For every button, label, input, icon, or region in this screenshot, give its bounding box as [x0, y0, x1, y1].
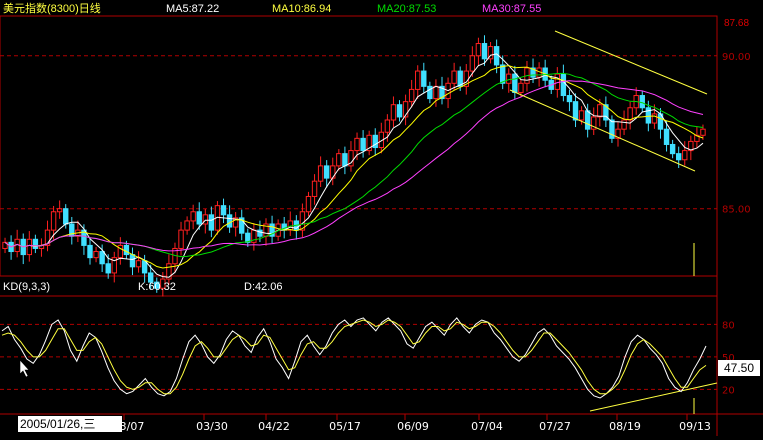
candle-body — [360, 137, 366, 152]
candle-body — [566, 95, 573, 103]
candle-body — [512, 73, 518, 93]
candle-body — [305, 195, 312, 213]
price-tick-label: 90.00 — [722, 52, 751, 63]
candle-body — [129, 254, 136, 268]
candle-body — [336, 153, 342, 167]
candle-body — [572, 101, 579, 121]
candle-body — [584, 110, 591, 130]
price-tick-label: 85.00 — [722, 205, 751, 216]
candle-body — [190, 211, 196, 222]
moving-averages — [4, 53, 704, 278]
x-tick-label: 07/04 — [471, 420, 503, 433]
ma10-line — [4, 65, 704, 269]
candle-body — [669, 143, 676, 155]
candle-body — [330, 165, 336, 179]
x-tick-labels: 3/07 03/30 04/22 05/17 06/09 07/04 07/27 08/19 0… — [120, 414, 711, 433]
chart-title: 美元指数(8300)日线 — [3, 3, 101, 15]
cursor-value-box: 47.50 — [718, 360, 760, 376]
candle-body — [50, 211, 57, 231]
candle-body — [415, 70, 421, 90]
candle-body — [597, 104, 603, 118]
x-tick-label: 04/22 — [258, 420, 290, 433]
candle-body — [475, 43, 482, 57]
ma30-label: MA30:87.55 — [482, 3, 542, 15]
candle-body — [63, 208, 69, 225]
candle-body — [639, 95, 645, 109]
candle-body — [408, 88, 415, 103]
ma5-label: MA5:87.22 — [166, 3, 220, 15]
cursor-date-box: 2005/01/26,三 — [18, 416, 122, 432]
candle-body — [99, 251, 105, 265]
candle-body — [178, 229, 184, 249]
kd-tick-label: 20 — [722, 385, 735, 396]
candle-body — [481, 43, 488, 60]
candle-body — [651, 113, 658, 124]
candle-body — [220, 205, 227, 216]
candle-body — [342, 153, 348, 167]
kd-d-value: D:42.06 — [244, 281, 283, 293]
candle-body — [700, 128, 706, 136]
candle-body — [578, 110, 585, 121]
ma20-label: MA20:87.53 — [377, 3, 437, 15]
last-price-label: 87.68 — [724, 18, 750, 29]
candle-body — [208, 214, 215, 231]
ma5-line — [4, 53, 704, 278]
candle-body — [433, 85, 439, 100]
candle-body — [560, 73, 567, 97]
candle-body — [226, 214, 233, 228]
candle-body — [518, 82, 524, 93]
candlesticks — [2, 35, 706, 297]
candle-body — [384, 119, 391, 133]
x-tick-label: 08/19 — [609, 420, 641, 433]
x-tick-label: 3/07 — [120, 420, 145, 433]
candle-body — [323, 165, 330, 179]
candle-body — [421, 70, 427, 87]
candle-body — [135, 260, 142, 268]
candle-body — [682, 150, 688, 161]
candle-body — [621, 119, 627, 130]
candle-body — [184, 220, 190, 231]
x-tick-label: 05/17 — [329, 420, 361, 433]
candle-body — [56, 208, 63, 213]
x-tick-label: 07/27 — [539, 420, 571, 433]
gridlines — [0, 55, 717, 390]
candle-body — [317, 165, 324, 182]
candle-body — [469, 55, 476, 72]
k-line — [1, 317, 707, 399]
candle-body — [87, 244, 93, 259]
candle-body — [123, 244, 130, 256]
candle-body — [354, 137, 360, 152]
candle-body — [663, 128, 670, 145]
candle-body — [506, 73, 512, 84]
mouse-pointer-icon — [19, 359, 30, 378]
kd-k-value: K:60.32 — [138, 281, 176, 293]
y-tick-labels: 90.0085.00805020 — [722, 52, 751, 397]
candle-body — [396, 104, 403, 118]
candle-body — [499, 64, 506, 84]
kd-support-line — [589, 382, 718, 412]
candle-body — [627, 107, 633, 121]
chart-canvas[interactable]: 90.0085.00805020 3/07 03/30 04/22 05/17 06/0… — [0, 0, 763, 436]
candle-body — [675, 153, 682, 161]
candle-body — [451, 70, 457, 84]
candle-body — [93, 251, 99, 259]
x-tick-label: 06/09 — [397, 420, 429, 433]
candle-body — [105, 263, 111, 274]
ma10-label: MA10:86.94 — [272, 3, 332, 15]
trend-channel-upper — [554, 30, 708, 95]
x-tick-label: 03/30 — [196, 420, 228, 433]
candle-body — [196, 211, 202, 225]
kd-lines — [1, 317, 707, 399]
candle-body — [311, 180, 318, 197]
x-tick-label: 09/13 — [679, 420, 711, 433]
chart-window[interactable]: 90.00 85.00 80 50 20 3/07 03/30 04/22 05/17 06/0… — [0, 0, 763, 436]
candle-body — [26, 238, 33, 256]
kd-indicator-name: KD(9,3,3) — [3, 281, 51, 293]
candle-body — [390, 104, 397, 121]
kd-tick-label: 80 — [722, 320, 735, 331]
candle-body — [554, 73, 561, 90]
